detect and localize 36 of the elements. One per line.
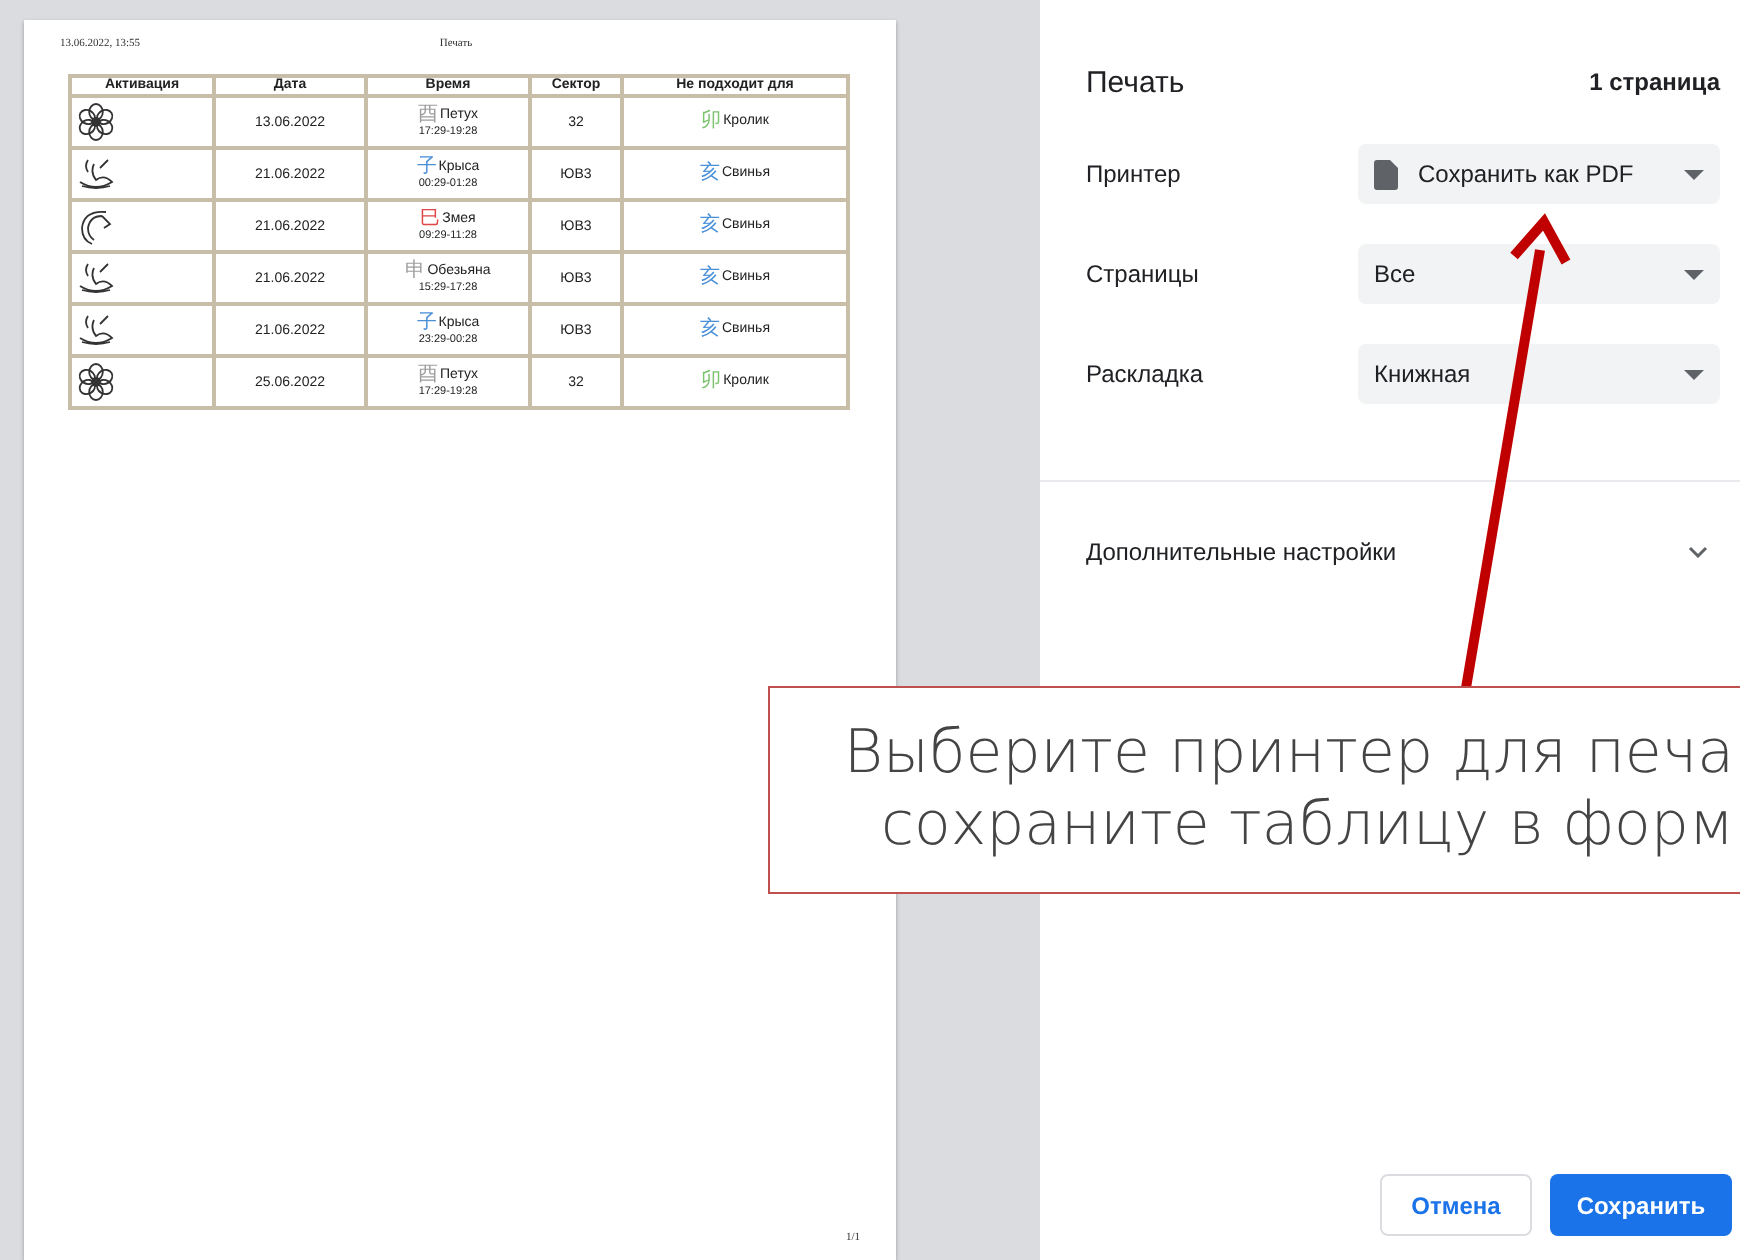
save-button[interactable]: Сохранить	[1550, 1174, 1732, 1236]
swirl-icon	[76, 156, 116, 192]
zodiac-glyph: 卯	[701, 372, 722, 392]
dropdown-arrow-icon	[1684, 269, 1704, 279]
dropdown[interactable]: Все	[1358, 244, 1720, 304]
flower-icon	[76, 362, 116, 402]
callout-text: сохраните таблицу в форм	[881, 790, 1734, 862]
dropdown-arrow-icon	[1684, 369, 1704, 379]
zodiac-glyph: 亥	[700, 216, 720, 236]
cancel-button[interactable]: Отмена	[1380, 1174, 1532, 1236]
setting-label: Принтер	[1086, 160, 1183, 188]
setting-label: Страницы	[1086, 260, 1201, 288]
zodiac-glyph: 卯	[701, 112, 722, 132]
zodiac-glyph: 亥	[700, 164, 720, 184]
document-icon	[1374, 159, 1398, 189]
flower-icon	[76, 102, 116, 142]
more-settings-toggle[interactable]: Дополнительные настройки	[1040, 538, 1740, 566]
callout-text: Выберите принтер для печа	[843, 718, 1734, 790]
page-count: 1 страница	[1589, 68, 1720, 96]
dialog-title: Печать	[1086, 65, 1185, 99]
dropdown[interactable]: Книжная	[1358, 344, 1720, 404]
zodiac-glyph: 子	[416, 313, 437, 333]
zodiac-glyph: 酉	[418, 105, 438, 125]
zodiac-glyph: 子	[416, 157, 437, 177]
zodiac-glyph: 申	[405, 261, 426, 281]
swirl-icon	[76, 260, 116, 296]
zodiac-glyph: 亥	[700, 268, 720, 288]
zodiac-glyph: 酉	[418, 365, 438, 385]
chevron-icon	[1688, 546, 1708, 558]
dropdown[interactable]: Сохранить как PDF	[1358, 144, 1720, 204]
swirl-icon	[76, 312, 116, 348]
crescent-icon	[76, 206, 116, 246]
zodiac-glyph: 亥	[700, 320, 720, 340]
setting-label: Раскладка	[1086, 360, 1206, 388]
dropdown-arrow-icon	[1684, 169, 1704, 179]
zodiac-glyph: 巳	[420, 209, 441, 229]
